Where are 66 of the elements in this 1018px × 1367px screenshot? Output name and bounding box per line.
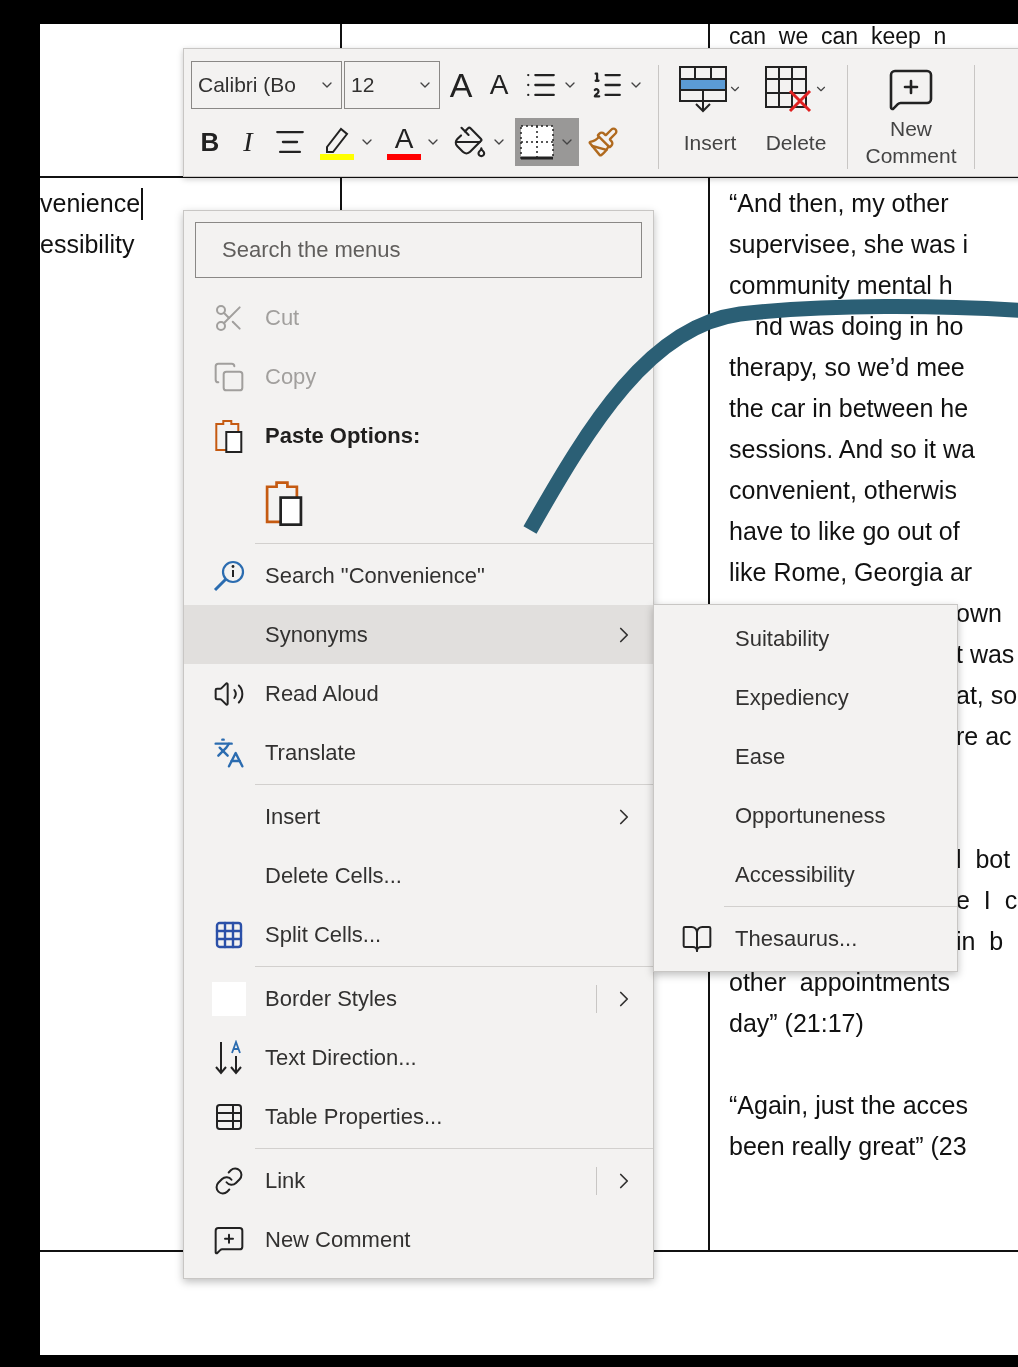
paintbrush-icon <box>587 126 619 158</box>
document-text: have to like go out of <box>729 516 960 547</box>
font-color-button[interactable]: A <box>383 118 445 166</box>
menu-item: Copy <box>184 347 653 406</box>
menu-item[interactable]: Split Cells... <box>184 905 653 964</box>
menu-item[interactable]: Ease <box>654 727 957 786</box>
document-text: like Rome, Georgia ar <box>729 557 973 588</box>
link-icon <box>214 1165 244 1196</box>
document-text: l bot <box>956 844 1011 875</box>
menu-item[interactable]: Accessibility <box>654 845 957 904</box>
menu-item[interactable]: Border Styles <box>184 969 653 1028</box>
menu-item[interactable]: Text Direction... <box>184 1028 653 1087</box>
bold-button[interactable]: B <box>193 118 227 166</box>
menu-item[interactable]: Table Properties... <box>184 1087 653 1146</box>
menu-item[interactable]: Link <box>184 1151 653 1210</box>
menu-item[interactable]: Opportuneness <box>654 786 957 845</box>
copy-icon <box>213 360 245 393</box>
delete-button[interactable]: Delete <box>753 61 839 156</box>
menu-item[interactable]: Translate <box>184 723 653 782</box>
font-size-box[interactable]: 12 <box>344 61 440 109</box>
italic-button[interactable]: I <box>231 118 265 166</box>
new-comment-button[interactable]: New Comment <box>856 61 966 169</box>
document-text: re ac <box>956 721 1012 752</box>
table-insert-icon <box>678 65 728 113</box>
document-text: essibility <box>40 229 135 260</box>
document-text: “Again, just the acces <box>729 1090 968 1121</box>
document-text: at, so <box>956 680 1018 711</box>
document-text: community mental h <box>729 270 953 301</box>
borders-button[interactable] <box>515 118 579 166</box>
translate-icon <box>213 736 245 769</box>
document-text: nd was doing in ho <box>755 311 964 342</box>
clipboard-icon <box>213 418 245 453</box>
menu-item[interactable]: Insert <box>184 787 653 846</box>
document-text: therapy, so we’d mee <box>729 352 965 383</box>
document-text: own <box>956 598 1002 629</box>
search-icon <box>212 558 246 593</box>
menu-item[interactable]: Search "Convenience" <box>184 546 653 605</box>
shrink-font-button[interactable]: A <box>482 61 516 109</box>
document-text: in b <box>956 926 1004 957</box>
menu-item[interactable]: Read Aloud <box>184 664 653 723</box>
insert-button[interactable]: Insert <box>667 61 753 156</box>
document-text: can we can keep n <box>729 25 947 47</box>
grow-font-button[interactable]: A <box>444 61 478 109</box>
borders-icon <box>519 124 555 160</box>
paint-bucket-icon <box>453 125 487 159</box>
document-text: the car in between he <box>729 393 969 424</box>
menu-item[interactable]: Delete Cells... <box>184 846 653 905</box>
menu-item[interactable]: Synonyms <box>184 605 653 664</box>
table-delete-icon <box>764 65 814 113</box>
document-text: convenient, otherwis <box>729 475 957 506</box>
document-text: been really great” (23 <box>729 1131 967 1162</box>
menu-item[interactable]: Suitability <box>654 609 957 668</box>
menu-section-header: Paste Options: <box>265 422 421 449</box>
document-text: venience <box>40 188 141 219</box>
down-arrows-icon <box>214 1039 244 1076</box>
menu-item[interactable]: New Comment <box>184 1210 653 1269</box>
document-text: sessions. And so it wa <box>729 434 975 465</box>
menu-item: Cut <box>184 288 653 347</box>
menu-item[interactable]: Expediency <box>654 668 957 727</box>
search-field[interactable]: Search the menus <box>195 222 642 278</box>
document-text: supervisee, she was i <box>729 229 968 260</box>
document-text: “And then, my other <box>729 188 949 219</box>
document-text: other appointments <box>729 967 950 998</box>
document-text: day” (21:17) <box>729 1008 864 1039</box>
menu-item[interactable]: Thesaurus... <box>654 909 957 968</box>
font-name-box[interactable]: Calibri (Bo <box>191 61 342 109</box>
